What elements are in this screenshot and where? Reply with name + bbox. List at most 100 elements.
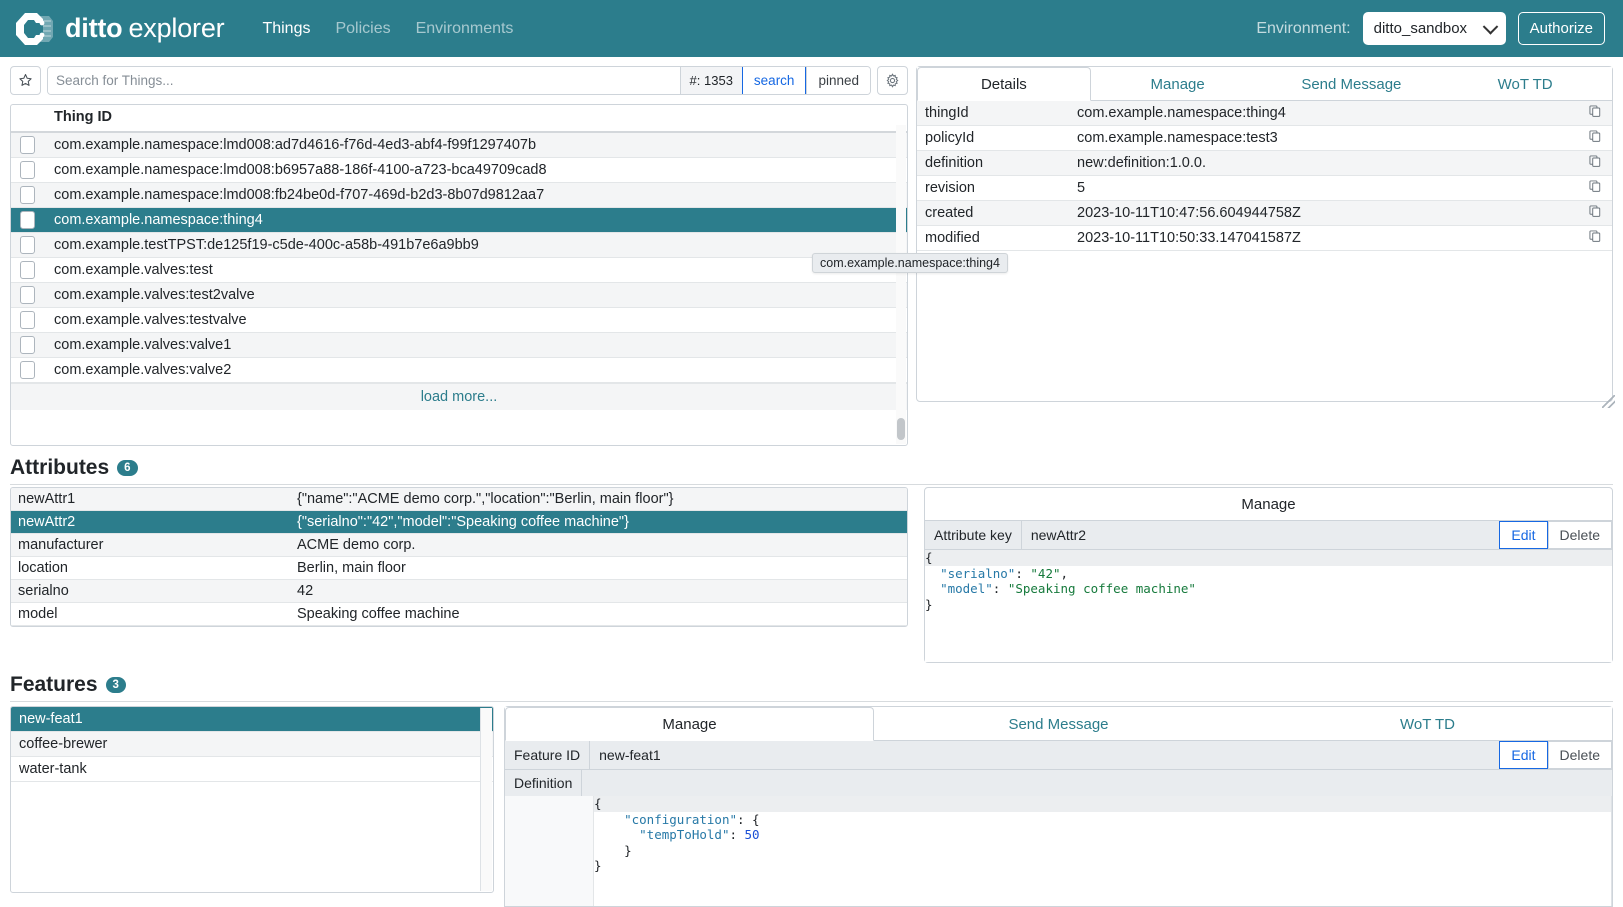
feature-row[interactable]: water-tank	[11, 757, 493, 782]
favorite-star-icon[interactable]	[10, 66, 41, 95]
gear-icon[interactable]	[877, 66, 908, 95]
attribute-key[interactable]: newAttr1	[11, 488, 290, 511]
row-checkbox[interactable]	[20, 211, 35, 229]
row-checkbox-cell[interactable]	[11, 308, 48, 333]
attribute-row-selected[interactable]: newAttr2 {"serialno":"42","model":"Speak…	[11, 511, 907, 534]
table-row[interactable]: com.example.namespace:lmd008:b6957a88-18…	[11, 158, 907, 183]
feature-row[interactable]: coffee-brewer	[11, 732, 493, 757]
row-checkbox[interactable]	[20, 236, 35, 254]
row-checkbox[interactable]	[20, 261, 35, 279]
attribute-value[interactable]: {"name":"ACME demo corp.","location":"Be…	[290, 488, 907, 511]
row-checkbox-cell[interactable]	[11, 183, 48, 208]
table-row[interactable]: com.example.valves:test2valve	[11, 283, 907, 308]
table-row[interactable]: com.example.namespace:lmd008:fb24be0d-f7…	[11, 183, 907, 208]
table-row-selected[interactable]: com.example.namespace:thing4	[11, 208, 907, 233]
tab-feature-wot-td[interactable]: WoT TD	[1243, 707, 1612, 741]
table-row[interactable]: com.example.testTPST:de125f19-c5de-400c-…	[11, 233, 907, 258]
attribute-key[interactable]: newAttr2	[11, 511, 290, 534]
features-list-scrollbar[interactable]	[480, 708, 492, 891]
attribute-key[interactable]: model	[11, 603, 290, 626]
row-checkbox[interactable]	[20, 286, 35, 304]
copy-cell[interactable]	[1566, 226, 1612, 251]
thing-id-cell[interactable]: com.example.namespace:lmd008:fb24be0d-f7…	[48, 183, 907, 208]
row-checkbox[interactable]	[20, 161, 35, 179]
row-checkbox[interactable]	[20, 136, 35, 154]
table-row[interactable]: com.example.namespace:lmd008:ad7d4616-f7…	[11, 132, 907, 158]
copy-cell[interactable]	[1566, 126, 1612, 151]
load-more-link[interactable]: load more...	[11, 383, 907, 410]
attribute-row[interactable]: location Berlin, main floor	[11, 557, 907, 580]
table-row[interactable]: com.example.valves:valve1	[11, 333, 907, 358]
attribute-row[interactable]: newAttr1 {"name":"ACME demo corp.","loca…	[11, 488, 907, 511]
copy-cell[interactable]	[1566, 176, 1612, 201]
row-checkbox-cell[interactable]	[11, 333, 48, 358]
feature-name[interactable]: new-feat1	[11, 707, 493, 732]
attribute-value[interactable]: {"serialno":"42","model":"Speaking coffe…	[290, 511, 907, 534]
tab-manage[interactable]: Manage	[1091, 67, 1265, 101]
thing-id-cell[interactable]: com.example.valves:valve1	[48, 333, 907, 358]
detail-card-resize-handle[interactable]	[1602, 395, 1615, 408]
feature-editor-main[interactable]: { "configuration": { "tempToHold": 50 }}	[594, 796, 1612, 906]
attribute-row[interactable]: manufacturer ACME demo corp.	[11, 534, 907, 557]
attribute-value[interactable]: Berlin, main floor	[290, 557, 907, 580]
thing-id-cell[interactable]: com.example.valves:test2valve	[48, 283, 907, 308]
row-checkbox-cell[interactable]	[11, 258, 48, 283]
attribute-key-input[interactable]: newAttr2	[1022, 521, 1500, 549]
search-tab[interactable]: search	[742, 67, 807, 94]
environment-select[interactable]: ditto_sandbox	[1363, 12, 1506, 45]
row-checkbox-cell[interactable]	[11, 132, 48, 158]
tab-wot-td[interactable]: WoT TD	[1438, 67, 1612, 101]
row-checkbox[interactable]	[20, 311, 35, 329]
attribute-edit-button[interactable]: Edit	[1499, 521, 1547, 549]
feature-id-input[interactable]: new-feat1	[590, 741, 1499, 769]
copy-icon[interactable]	[1588, 229, 1602, 247]
tab-feature-manage[interactable]: Manage	[505, 707, 874, 741]
tab-feature-send-message[interactable]: Send Message	[874, 707, 1243, 741]
search-input[interactable]	[48, 67, 680, 94]
feature-edit-button[interactable]: Edit	[1499, 741, 1547, 769]
nav-link-policies[interactable]: Policies	[335, 20, 390, 38]
table-row[interactable]: com.example.valves:valve2	[11, 358, 907, 383]
copy-icon[interactable]	[1588, 104, 1602, 122]
copy-icon[interactable]	[1588, 129, 1602, 147]
thing-id-cell[interactable]: com.example.namespace:lmd008:ad7d4616-f7…	[48, 132, 907, 158]
attribute-manage-tab[interactable]: Manage	[925, 488, 1612, 520]
pinned-tab[interactable]: pinned	[806, 67, 870, 94]
attribute-delete-button[interactable]: Delete	[1548, 521, 1612, 549]
attribute-value[interactable]: 42	[290, 580, 907, 603]
feature-row-selected[interactable]: new-feat1	[11, 707, 493, 732]
row-checkbox-cell[interactable]	[11, 158, 48, 183]
table-row[interactable]: com.example.valves:testvalve	[11, 308, 907, 333]
attribute-key[interactable]: manufacturer	[11, 534, 290, 557]
row-checkbox[interactable]	[20, 186, 35, 204]
tab-details[interactable]: Details	[917, 67, 1091, 101]
thing-id-cell[interactable]: com.example.valves:valve2	[48, 358, 907, 383]
copy-icon[interactable]	[1588, 154, 1602, 172]
copy-cell[interactable]	[1566, 201, 1612, 226]
row-checkbox[interactable]	[20, 336, 35, 354]
attribute-value[interactable]: ACME demo corp.	[290, 534, 907, 557]
copy-cell[interactable]	[1566, 101, 1612, 126]
things-list-scrollbar[interactable]	[896, 125, 906, 444]
copy-cell[interactable]	[1566, 151, 1612, 176]
copy-icon[interactable]	[1588, 179, 1602, 197]
thing-id-cell[interactable]: com.example.namespace:lmd008:b6957a88-18…	[48, 158, 907, 183]
thing-id-cell[interactable]: com.example.valves:testvalve	[48, 308, 907, 333]
row-checkbox[interactable]	[20, 361, 35, 379]
feature-delete-button[interactable]: Delete	[1548, 741, 1612, 769]
attribute-key[interactable]: serialno	[11, 580, 290, 603]
feature-definition-input[interactable]	[582, 770, 1612, 796]
attribute-value[interactable]: Speaking coffee machine	[290, 603, 907, 626]
attribute-key[interactable]: location	[11, 557, 290, 580]
attribute-row[interactable]: serialno 42	[11, 580, 907, 603]
thing-id-cell[interactable]: com.example.testTPST:de125f19-c5de-400c-…	[48, 233, 907, 258]
thing-id-cell[interactable]: com.example.namespace:thing4	[48, 208, 907, 233]
feature-name[interactable]: water-tank	[11, 757, 493, 782]
row-checkbox-cell[interactable]	[11, 208, 48, 233]
copy-icon[interactable]	[1588, 204, 1602, 222]
tab-send-message[interactable]: Send Message	[1265, 67, 1439, 101]
nav-link-environments[interactable]: Environments	[416, 20, 514, 38]
attribute-row[interactable]: model Speaking coffee machine	[11, 603, 907, 626]
attribute-json-editor[interactable]: { "serialno": "42", "model": "Speaking c…	[925, 550, 1612, 662]
feature-json-editor[interactable]: { "configuration": { "tempToHold": 50 }}	[594, 796, 1612, 874]
